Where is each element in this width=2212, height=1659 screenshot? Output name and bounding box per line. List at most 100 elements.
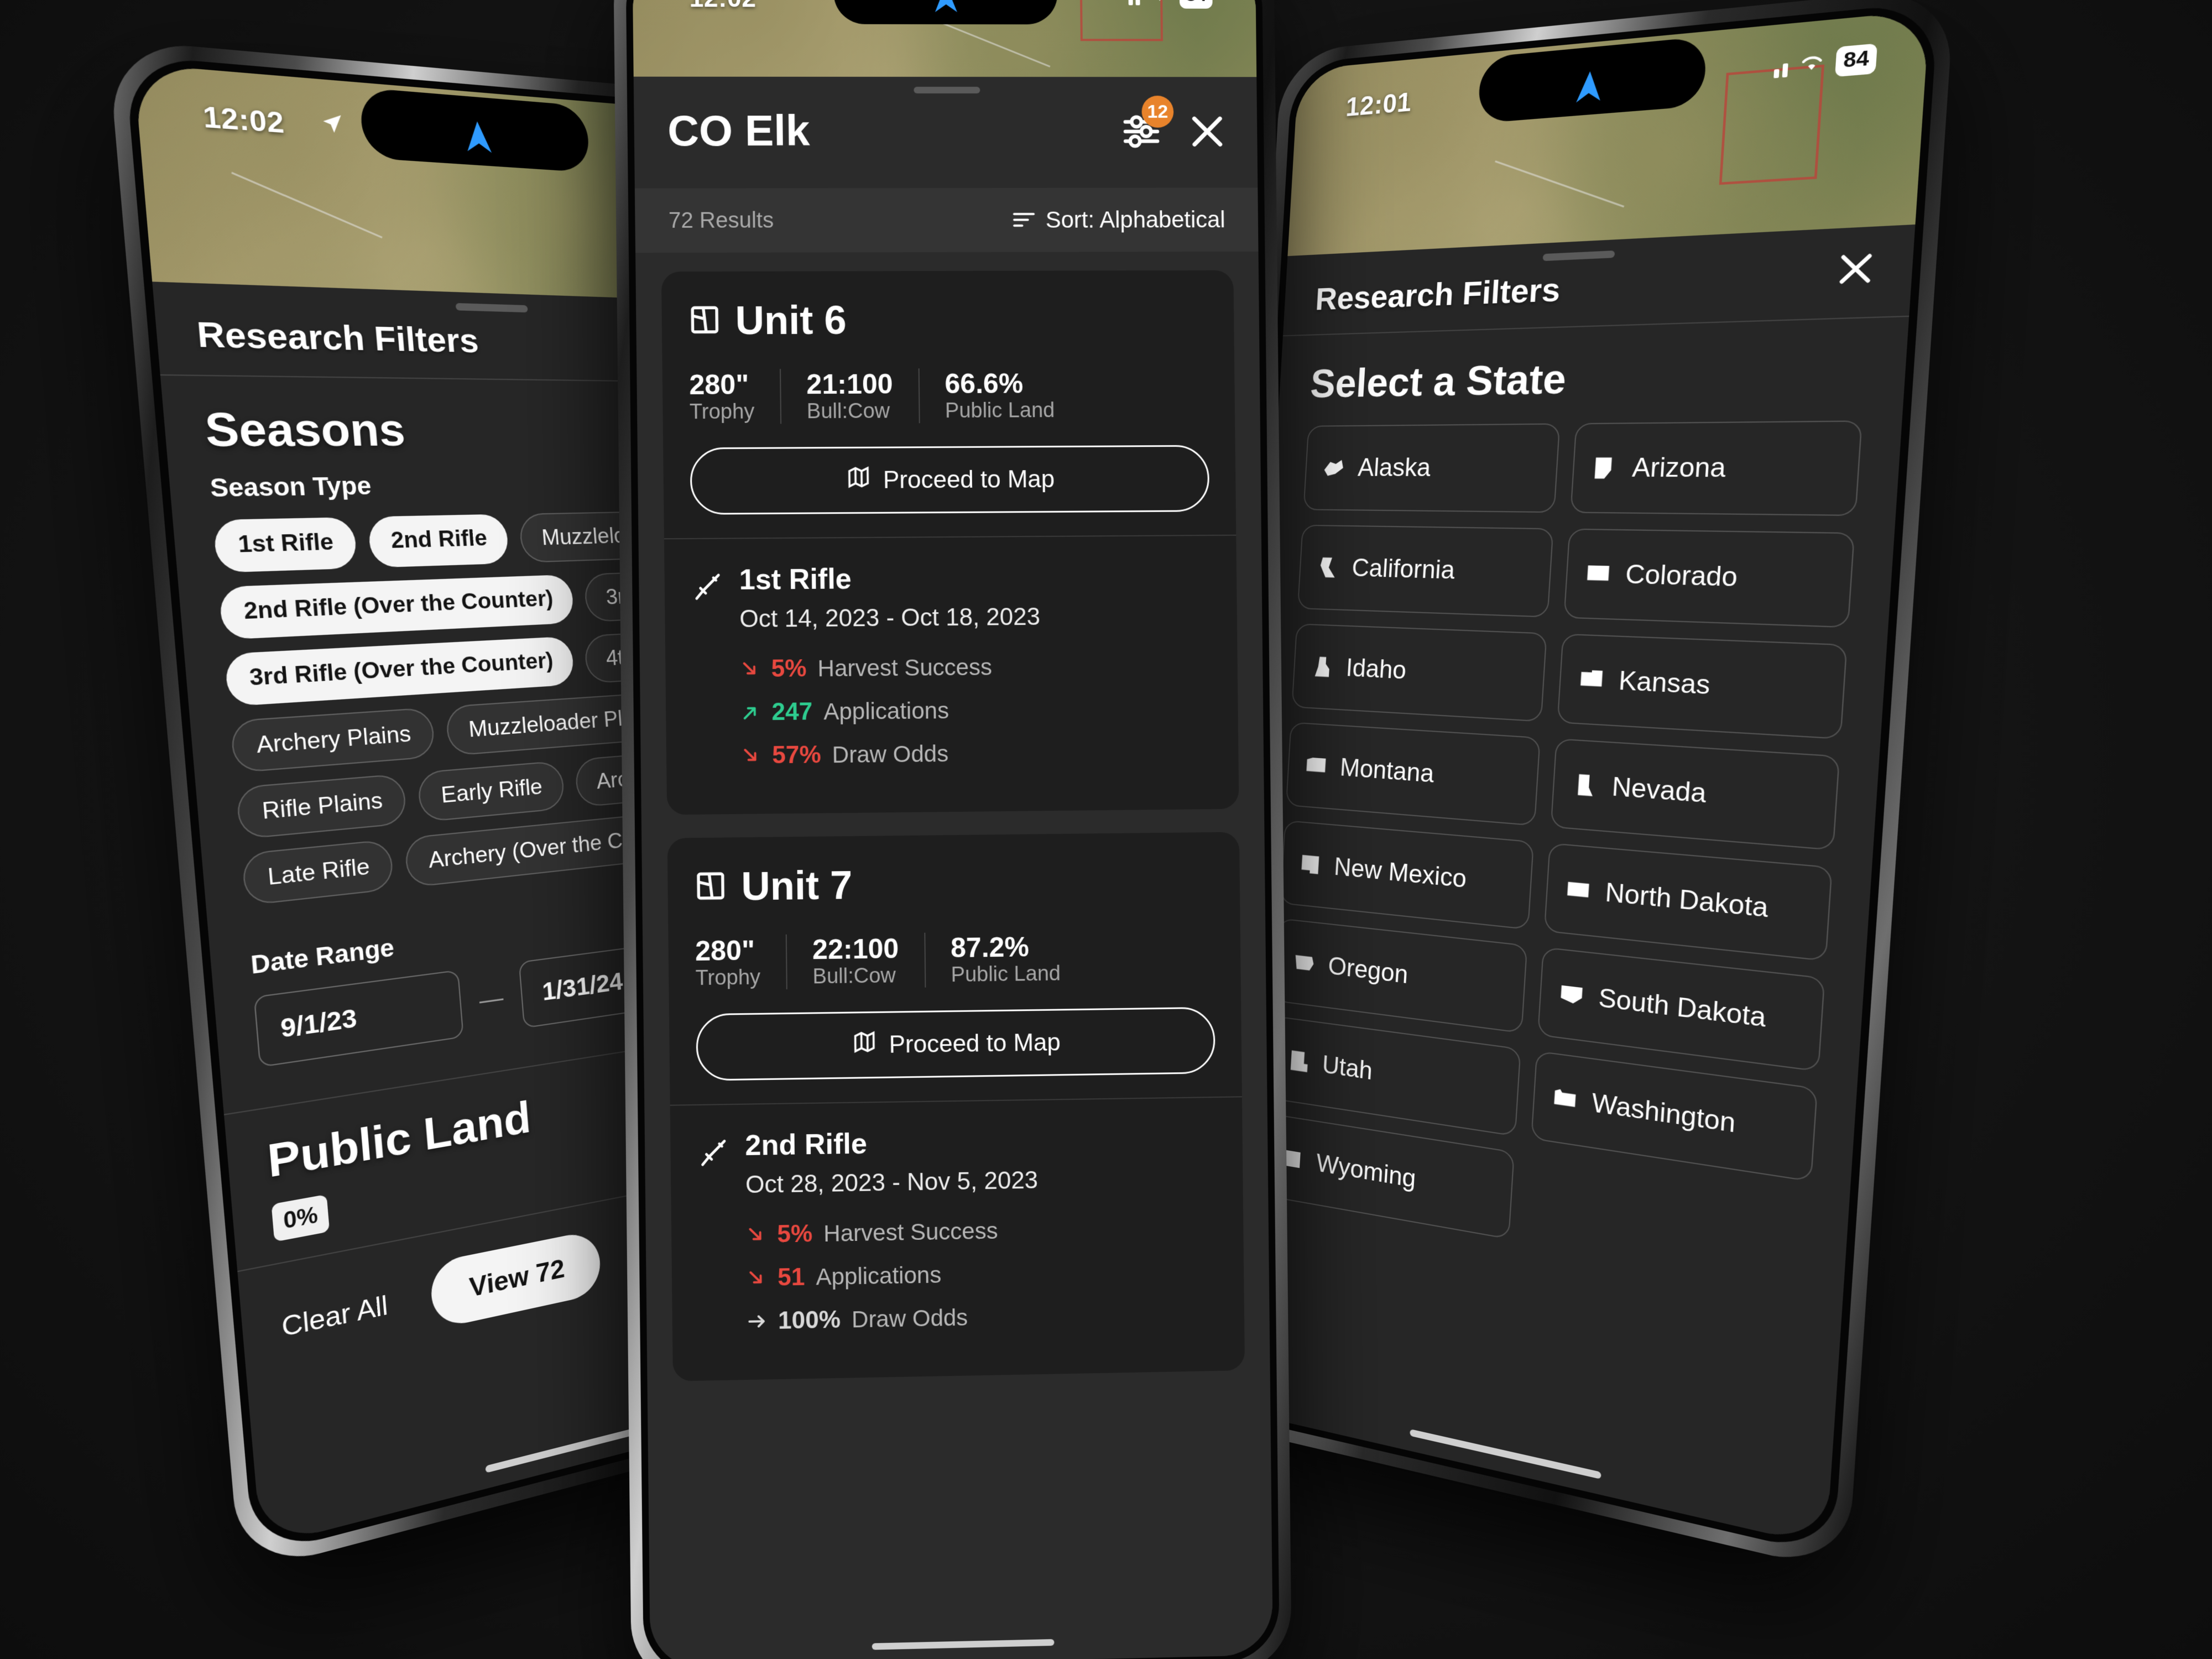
season-chip[interactable]: Rifle Plains: [236, 773, 408, 840]
unit-name: Unit 7: [741, 863, 853, 909]
unit-summary: Unit 7 280" Trophy 22:100 Bull:Cow 87.2% Publi…: [667, 832, 1242, 1104]
state-card[interactable]: Utah: [1268, 1015, 1521, 1137]
trend-down-icon: [741, 745, 761, 765]
metric-label: Applications: [823, 697, 950, 725]
metric-value: 51: [777, 1263, 805, 1291]
state-card[interactable]: Montana: [1285, 722, 1541, 826]
state-card[interactable]: California: [1297, 524, 1554, 618]
unit-boundary-icon: [695, 869, 727, 905]
proceed-to-map-button[interactable]: Proceed to Map: [690, 445, 1210, 515]
state-card[interactable]: Washington: [1531, 1050, 1818, 1182]
sheet-title: Research Filters: [1314, 270, 1562, 317]
trend-down-icon: [746, 1225, 766, 1245]
proceed-to-map-label: Proceed to Map: [883, 465, 1055, 494]
state-card[interactable]: Wyoming: [1262, 1113, 1515, 1240]
state-card[interactable]: New Mexico: [1280, 820, 1535, 930]
state-name: New Mexico: [1333, 852, 1468, 894]
unit-card-list[interactable]: Unit 6 280" Trophy 21:100 Bull:Cow 66.6% Publi…: [635, 252, 1270, 1382]
metric-label: Harvest Success: [817, 654, 993, 682]
unit-summary: Unit 6 280" Trophy 21:100 Bull:Cow 66.6% Publi…: [661, 270, 1236, 539]
metric-label: Harvest Success: [823, 1217, 998, 1247]
state-card[interactable]: South Dakota: [1537, 947, 1825, 1072]
state-shape-icon: [1564, 875, 1592, 906]
filter-sliders-icon[interactable]: 12: [1122, 96, 1174, 151]
metric-value: 5%: [777, 1220, 813, 1248]
proceed-to-map-button[interactable]: Proceed to Map: [696, 1006, 1215, 1081]
unit-stat-label: Public Land: [945, 399, 1055, 423]
state-card[interactable]: Kansas: [1557, 633, 1848, 740]
season-dates: Oct 14, 2023 - Oct 18, 2023: [739, 603, 1041, 633]
signal-bars-icon: [1128, 0, 1140, 5]
navigation-arrow-icon: [932, 0, 960, 14]
unit-stat-value: 22:100: [812, 933, 899, 966]
unit-stat: 280" Trophy: [695, 935, 786, 990]
sort-label: Sort: Alphabetical: [1045, 206, 1225, 233]
state-name: Idaho: [1345, 654, 1407, 685]
trend-down-icon: [747, 1268, 767, 1288]
unit-stat-value: 280": [695, 935, 755, 967]
clear-all-button[interactable]: Clear All: [280, 1290, 389, 1343]
season-details: 1st Rifle Oct 14, 2023 - Oct 18, 2023 5% Ha…: [739, 561, 1042, 785]
state-select-sheet: Research Filters Select a State Alaska Ar…: [1220, 224, 1916, 1547]
state-card[interactable]: Arizona: [1570, 420, 1863, 517]
season-name: 2nd Rifle: [745, 1128, 868, 1162]
season-dates: Oct 28, 2023 - Nov 5, 2023: [745, 1166, 1039, 1199]
unit-stat-value: 66.6%: [945, 368, 1024, 400]
header-actions: 12: [1122, 96, 1227, 151]
metric-value: 57%: [771, 741, 821, 769]
state-name: Kansas: [1618, 666, 1712, 701]
trend-flat-icon: [747, 1311, 768, 1332]
season-chip[interactable]: 2nd Rifle: [367, 514, 510, 568]
state-name: California: [1351, 554, 1456, 585]
state-shape-icon: [1316, 554, 1339, 581]
sort-button[interactable]: Sort: Alphabetical: [1013, 206, 1225, 233]
map-icon: [852, 1030, 877, 1061]
unit-stat: 22:100 Bull:Cow: [785, 932, 925, 990]
view-results-button[interactable]: View 72: [429, 1229, 603, 1330]
unit-stat-label: Trophy: [695, 966, 761, 990]
unit-card[interactable]: Unit 7 280" Trophy 22:100 Bull:Cow 87.2% Publi…: [667, 832, 1245, 1381]
rifle-icon: [697, 1137, 731, 1352]
unit-stat-label: Bull:Cow: [812, 964, 896, 989]
unit-stat-label: Trophy: [689, 400, 755, 424]
season-chip[interactable]: Early Rifle: [416, 760, 566, 823]
state-card[interactable]: Alaska: [1303, 423, 1561, 513]
unit-stat-value: 21:100: [806, 368, 893, 400]
state-card[interactable]: Idaho: [1291, 623, 1547, 722]
season-details: 2nd Rifle Oct 28, 2023 - Nov 5, 2023 5% Har…: [745, 1125, 1040, 1351]
state-shape-icon: [1322, 454, 1346, 481]
status-time: 12:02: [201, 100, 286, 139]
state-name: Wyoming: [1316, 1149, 1417, 1193]
unit-stat-label: Bull:Cow: [806, 399, 890, 424]
state-shape-icon: [1304, 752, 1328, 780]
unit-stat-value: 280": [689, 369, 749, 401]
unit-stats: 280" Trophy 21:100 Bull:Cow 66.6% Public Land: [689, 367, 1209, 424]
close-icon[interactable]: [1188, 112, 1227, 151]
sheet-grabber[interactable]: [913, 86, 980, 93]
wifi-icon: [1798, 52, 1826, 76]
season-chip[interactable]: 3rd Rifle (Over the Counter): [224, 636, 575, 707]
close-icon[interactable]: [1835, 249, 1876, 288]
state-name: Oregon: [1327, 952, 1409, 989]
phone-center-unit-results: 12:02 84 CO Elk: [613, 0, 1292, 1659]
season-metric: 5% Harvest Success: [746, 1217, 1039, 1249]
state-shape-icon: [1558, 979, 1585, 1011]
season-chip[interactable]: 1st Rifle: [212, 517, 358, 573]
unit-stat-label: Public Land: [951, 962, 1061, 987]
results-count: 72 Results: [668, 207, 774, 233]
season-chip[interactable]: Archery Plains: [229, 707, 436, 774]
status-time: 12:01: [1345, 86, 1413, 122]
state-card[interactable]: North Dakota: [1543, 842, 1833, 962]
unit-card[interactable]: Unit 6 280" Trophy 21:100 Bull:Cow 66.6% Publi…: [661, 270, 1239, 815]
season-block: 1st Rifle Oct 14, 2023 - Oct 18, 2023 5% Ha…: [664, 534, 1239, 815]
state-name: Colorado: [1624, 559, 1739, 593]
state-card[interactable]: Oregon: [1274, 918, 1528, 1034]
battery-indicator: 84: [1179, 0, 1213, 9]
season-chip[interactable]: 2nd Rifle (Over the Counter): [218, 574, 575, 640]
metric-label: Applications: [816, 1261, 942, 1290]
state-card[interactable]: Nevada: [1550, 738, 1840, 851]
state-shape-icon: [1552, 1083, 1578, 1115]
state-shape-icon: [1298, 850, 1322, 879]
state-name: Montana: [1339, 753, 1435, 789]
state-card[interactable]: Colorado: [1563, 528, 1855, 628]
